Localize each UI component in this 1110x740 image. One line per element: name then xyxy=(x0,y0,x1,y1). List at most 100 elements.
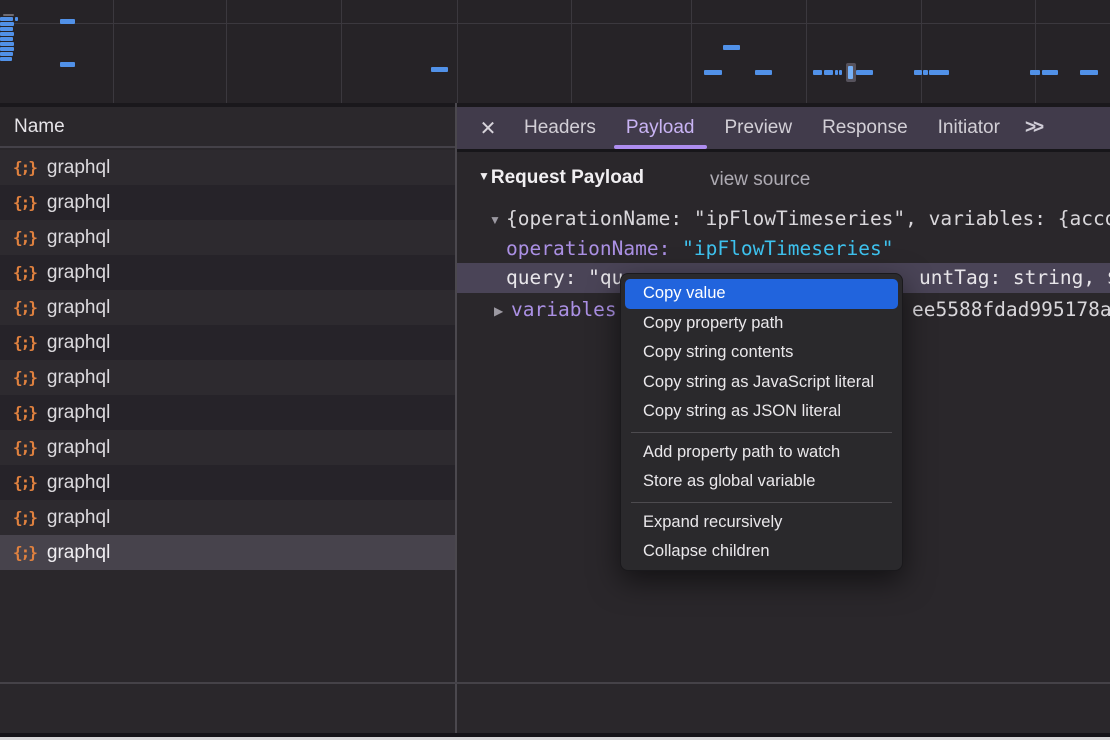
waterfall-request-bar[interactable] xyxy=(0,47,14,51)
view-source-link[interactable]: view source xyxy=(710,169,810,191)
json-braces-icon: {;} xyxy=(13,298,36,317)
request-row[interactable]: {;} graphql xyxy=(0,185,455,220)
waterfall-request-bar[interactable] xyxy=(1030,70,1040,75)
tab-payload[interactable]: Payload xyxy=(611,107,710,149)
menu-separator xyxy=(631,432,892,433)
json-braces-icon: {;} xyxy=(13,228,36,247)
request-name-label: graphql xyxy=(47,367,110,389)
request-name-label: graphql xyxy=(47,437,110,459)
waterfall-request-bar[interactable] xyxy=(0,37,13,41)
waterfall-gridline xyxy=(806,0,807,103)
waterfall-request-bar[interactable] xyxy=(0,27,13,31)
request-row[interactable]: {;}graphql xyxy=(0,255,455,290)
waterfall-gridline xyxy=(457,0,458,103)
waterfall-request-bar[interactable] xyxy=(0,22,14,26)
waterfall-request-bar[interactable] xyxy=(813,70,822,75)
waterfall-request-bar[interactable] xyxy=(835,70,838,75)
footer-divider xyxy=(0,682,1110,684)
json-braces-icon: {;} xyxy=(13,543,36,562)
request-row[interactable]: {;} graphql xyxy=(0,430,455,465)
json-braces-icon: {;} xyxy=(13,438,36,457)
json-braces-icon: {;} xyxy=(13,473,36,492)
request-name-label: graphql xyxy=(47,332,110,354)
waterfall-gridline-horizontal xyxy=(0,23,1110,24)
menu-item-copy-string-contents[interactable]: Copy string contents xyxy=(625,338,898,368)
waterfall-request-bar[interactable] xyxy=(929,70,949,75)
request-row[interactable]: {;}graphql xyxy=(0,395,455,430)
waterfall-gridline xyxy=(113,0,114,103)
waterfall-request-bar[interactable] xyxy=(839,70,842,75)
waterfall-request-bar[interactable] xyxy=(0,17,13,21)
waterfall-request-bar[interactable] xyxy=(914,70,922,75)
request-row[interactable]: {;}graphql xyxy=(0,500,455,535)
waterfall-gridline xyxy=(691,0,692,103)
menu-item-copy-string-as-json-literal[interactable]: Copy string as JSON literal xyxy=(625,397,898,427)
request-rows: {;} graphql {;} graphql {;} graphql {;} graphql… xyxy=(0,150,455,570)
menu-item-add-property-path-to-watch[interactable]: Add property path to watch xyxy=(625,438,898,468)
json-braces-icon: {;} xyxy=(13,403,36,422)
request-row[interactable]: {;} graphql xyxy=(0,150,455,185)
request-name-label: graphql xyxy=(47,192,110,214)
waterfall-gridline xyxy=(1035,0,1036,103)
waterfall-request-bar[interactable] xyxy=(431,67,448,72)
request-name-label: graphql xyxy=(47,157,110,179)
query-text-left: query: "qu xyxy=(506,263,623,293)
tab-response[interactable]: Response xyxy=(807,107,923,149)
waterfall-request-bar[interactable] xyxy=(0,42,14,46)
waterfall-gridline xyxy=(571,0,572,103)
waterfall-request-bar[interactable] xyxy=(0,52,13,56)
waterfall-request-bar[interactable] xyxy=(0,32,14,36)
waterfall-request-bar[interactable] xyxy=(923,70,928,75)
close-details-icon[interactable]: ✕ xyxy=(467,116,509,141)
context-menu: Copy valueCopy property pathCopy string … xyxy=(620,273,903,571)
request-list-panel: Name {;}graphql{;}graphql{;}graphql{;}gr… xyxy=(0,107,455,740)
request-row[interactable]: {;} graphql xyxy=(0,325,455,360)
request-row[interactable]: {;}graphql xyxy=(0,465,455,500)
waterfall-request-bar[interactable] xyxy=(1080,70,1098,75)
waterfall-request-bar[interactable] xyxy=(60,62,75,67)
request-name-label: graphql xyxy=(47,542,110,564)
tab-preview[interactable]: Preview xyxy=(710,107,808,149)
waterfall-request-bar[interactable] xyxy=(60,19,75,24)
tab-initiator[interactable]: Initiator xyxy=(923,107,1015,149)
name-column-label: Name xyxy=(14,116,65,138)
network-overview-waterfall[interactable] xyxy=(0,0,1110,103)
menu-item-collapse-children[interactable]: Collapse children xyxy=(625,537,898,567)
waterfall-request-bar[interactable] xyxy=(723,45,740,50)
waterfall-request-bar[interactable] xyxy=(856,70,873,75)
payload-variables-line[interactable]: variables xyxy=(511,295,617,325)
waterfall-request-bar[interactable] xyxy=(824,70,833,75)
json-braces-icon: {;} xyxy=(13,193,36,212)
request-payload-section-title[interactable]: ▼Request Payload xyxy=(478,167,644,189)
request-row[interactable]: {;}graphql xyxy=(0,220,455,255)
payload-operation-line[interactable]: operationName: "ipFlowTimeseries" xyxy=(506,234,893,264)
name-column-header[interactable]: Name xyxy=(0,107,455,148)
json-braces-icon: {;} xyxy=(13,368,36,387)
tab-headers[interactable]: Headers xyxy=(509,107,611,149)
waterfall-request-bar[interactable] xyxy=(755,70,772,75)
waterfall-request-bar[interactable] xyxy=(1042,70,1058,75)
waterfall-request-bar[interactable] xyxy=(704,70,722,75)
menu-item-copy-value[interactable]: Copy value xyxy=(625,279,898,309)
json-braces-icon: {;} xyxy=(13,508,36,527)
menu-item-copy-string-as-javascript-literal[interactable]: Copy string as JavaScript literal xyxy=(625,368,898,398)
waterfall-request-bar[interactable] xyxy=(15,17,18,21)
waterfall-request-bar[interactable] xyxy=(0,57,12,61)
menu-item-store-as-global-variable[interactable]: Store as global variable xyxy=(625,467,898,497)
json-braces-icon: {;} xyxy=(13,333,36,352)
json-braces-icon: {;} xyxy=(13,158,36,177)
request-row[interactable]: {;} graphql xyxy=(0,535,455,570)
tree-expand-icon[interactable]: ▼ xyxy=(489,213,501,227)
section-collapse-icon: ▼ xyxy=(478,169,490,183)
devtools-network-panel: Name {;}graphql{;}graphql{;}graphql{;}gr… xyxy=(0,0,1110,740)
detail-tabbar: ✕ HeadersPayloadPreviewResponseInitiator… xyxy=(457,107,1110,149)
more-tabs-icon[interactable]: >> xyxy=(1025,117,1041,139)
request-row[interactable]: {;} graphql xyxy=(0,360,455,395)
menu-item-copy-property-path[interactable]: Copy property path xyxy=(625,309,898,339)
variables-text-right: ee5588fdad995178a0 xyxy=(912,295,1110,325)
payload-preview-line[interactable]: {operationName: "ipFlowTimeseries", vari… xyxy=(506,204,1110,234)
waterfall-gray-bar xyxy=(3,14,14,16)
tree-collapsed-icon[interactable]: ▶ xyxy=(494,304,503,318)
request-row[interactable]: {;}graphql xyxy=(0,290,455,325)
menu-item-expand-recursively[interactable]: Expand recursively xyxy=(625,508,898,538)
